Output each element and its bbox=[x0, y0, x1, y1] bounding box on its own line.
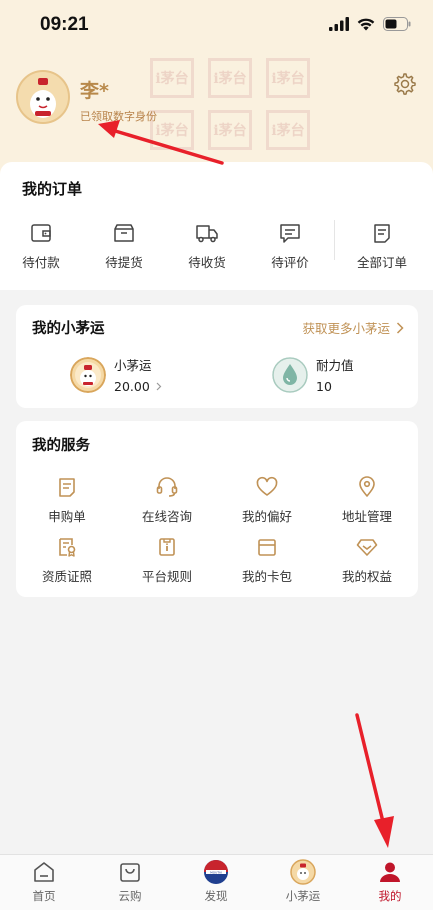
service-label: 平台规则 bbox=[141, 569, 192, 584]
tab-label: 我的 bbox=[378, 889, 402, 903]
service-online-consult[interactable]: 在线咨询 bbox=[122, 476, 212, 525]
luck-stat-xiaomaoyun[interactable]: 小茅运 20.00 bbox=[70, 355, 162, 394]
service-label: 我的卡包 bbox=[241, 569, 292, 584]
gear-icon bbox=[394, 73, 416, 95]
xiaomao-coin-icon bbox=[70, 356, 106, 393]
tab-xiaomaoyun[interactable]: 小茅运 bbox=[268, 859, 338, 904]
tab-discover[interactable]: MOUTAI 发现 bbox=[181, 859, 251, 904]
tab-mine[interactable]: 我的 bbox=[355, 859, 425, 904]
stat-value-row: 20.00 bbox=[114, 379, 162, 394]
service-label: 我的权益 bbox=[341, 569, 392, 584]
order-label: 待评价 bbox=[271, 255, 309, 270]
bottom-tab-bar: 首页 云购 MOUTAI 发现 小茅运 我的 bbox=[0, 854, 433, 910]
watermark-logo: i茅台 bbox=[266, 110, 310, 150]
wifi-icon bbox=[357, 18, 375, 31]
order-pending-payment[interactable]: 待付款 bbox=[6, 222, 76, 271]
location-icon bbox=[359, 476, 375, 497]
wallet-icon bbox=[31, 224, 51, 242]
tab-cloud-shop[interactable]: 云购 bbox=[95, 859, 165, 904]
certificate-icon bbox=[59, 538, 76, 557]
order-all[interactable]: 全部订单 bbox=[347, 222, 417, 271]
order-pending-pickup[interactable]: 待提货 bbox=[89, 222, 159, 271]
svg-text:MOUTAI: MOUTAI bbox=[210, 871, 222, 875]
tab-label: 首页 bbox=[32, 889, 56, 903]
order-label: 待付款 bbox=[22, 255, 60, 270]
stat-value: 20.00 bbox=[114, 379, 150, 394]
digital-identity-status[interactable]: 已领取数字身份 bbox=[80, 108, 157, 124]
service-preferences[interactable]: 我的偏好 bbox=[222, 476, 312, 525]
watermark-logo: i茅台 bbox=[208, 110, 252, 150]
orders-divider bbox=[334, 220, 335, 260]
stat-name: 耐力值 bbox=[316, 358, 354, 373]
watermark-logo: i茅台 bbox=[266, 58, 310, 98]
user-name[interactable]: 李* bbox=[80, 76, 109, 103]
luck-card: 我的小茅运 获取更多小茅运 小茅运 20.00 耐力值 10 bbox=[16, 305, 418, 408]
orders-title: 我的订单 bbox=[22, 180, 83, 198]
order-label: 待提货 bbox=[105, 255, 143, 270]
tab-home[interactable]: 首页 bbox=[9, 859, 79, 904]
battery-icon bbox=[383, 17, 411, 31]
rules-icon bbox=[159, 538, 175, 556]
service-label: 申购单 bbox=[48, 509, 86, 524]
watermark-logo: i茅台 bbox=[150, 58, 194, 98]
annotation-arrow-mine-tab bbox=[355, 713, 394, 848]
service-label: 地址管理 bbox=[341, 509, 392, 524]
luck-stat-endurance[interactable]: 耐力值 10 bbox=[272, 355, 354, 394]
xiaomao-icon bbox=[290, 859, 316, 885]
service-label: 资质证照 bbox=[41, 569, 92, 584]
order-pending-review[interactable]: 待评价 bbox=[255, 222, 325, 271]
package-icon bbox=[114, 224, 134, 242]
form-icon bbox=[59, 478, 75, 497]
service-purchase-order[interactable]: 申购单 bbox=[22, 476, 112, 525]
stat-value: 10 bbox=[316, 379, 332, 394]
headset-icon bbox=[156, 477, 178, 497]
order-label: 全部订单 bbox=[356, 255, 407, 270]
luck-title: 我的小茅运 bbox=[32, 321, 105, 337]
service-platform-rules[interactable]: 平台规则 bbox=[122, 536, 212, 585]
shopping-bag-icon bbox=[120, 863, 140, 882]
services-title: 我的服务 bbox=[32, 438, 90, 454]
mascot-avatar-icon bbox=[18, 72, 68, 122]
tab-label: 发现 bbox=[204, 889, 228, 903]
review-icon bbox=[280, 224, 300, 243]
order-list-icon bbox=[374, 224, 390, 243]
discover-logo-icon: MOUTAI bbox=[204, 860, 228, 884]
tab-label: 云购 bbox=[118, 889, 142, 903]
benefits-icon bbox=[356, 539, 378, 556]
orders-card: 我的订单 待付款 待提货 待收货 待评价 全部订单 bbox=[0, 162, 433, 290]
avatar[interactable] bbox=[16, 70, 70, 124]
get-more-luck-link[interactable]: 获取更多小茅运 bbox=[302, 318, 404, 337]
chevron-right-icon bbox=[396, 321, 404, 334]
home-icon bbox=[34, 862, 54, 882]
service-address[interactable]: 地址管理 bbox=[322, 476, 412, 525]
service-label: 我的偏好 bbox=[241, 509, 292, 524]
service-label: 在线咨询 bbox=[141, 509, 192, 524]
user-icon bbox=[380, 862, 400, 882]
service-benefits[interactable]: 我的权益 bbox=[322, 536, 412, 585]
services-card: 我的服务 申购单 在线咨询 我的偏好 地址管理 资质证照 平台规则 我的卡包 我… bbox=[16, 421, 418, 597]
order-label: 待收货 bbox=[188, 255, 226, 270]
chevron-right-icon bbox=[156, 382, 162, 391]
water-drop-icon bbox=[272, 356, 308, 393]
heart-icon bbox=[256, 476, 278, 496]
truck-icon bbox=[196, 225, 218, 243]
tab-label: 小茅运 bbox=[285, 889, 321, 903]
service-card-wallet[interactable]: 我的卡包 bbox=[222, 536, 312, 585]
stat-name: 小茅运 bbox=[114, 358, 152, 373]
status-bar: 09:21 bbox=[0, 0, 433, 52]
status-icons bbox=[329, 17, 411, 31]
service-certificates[interactable]: 资质证照 bbox=[22, 536, 112, 585]
settings-button[interactable] bbox=[393, 72, 417, 96]
status-time: 09:21 bbox=[40, 14, 89, 35]
card-icon bbox=[258, 539, 276, 556]
get-more-luck-label: 获取更多小茅运 bbox=[302, 321, 390, 336]
order-pending-receipt[interactable]: 待收货 bbox=[172, 222, 242, 271]
watermark-logo: i茅台 bbox=[208, 58, 252, 98]
signal-icon bbox=[329, 17, 349, 31]
